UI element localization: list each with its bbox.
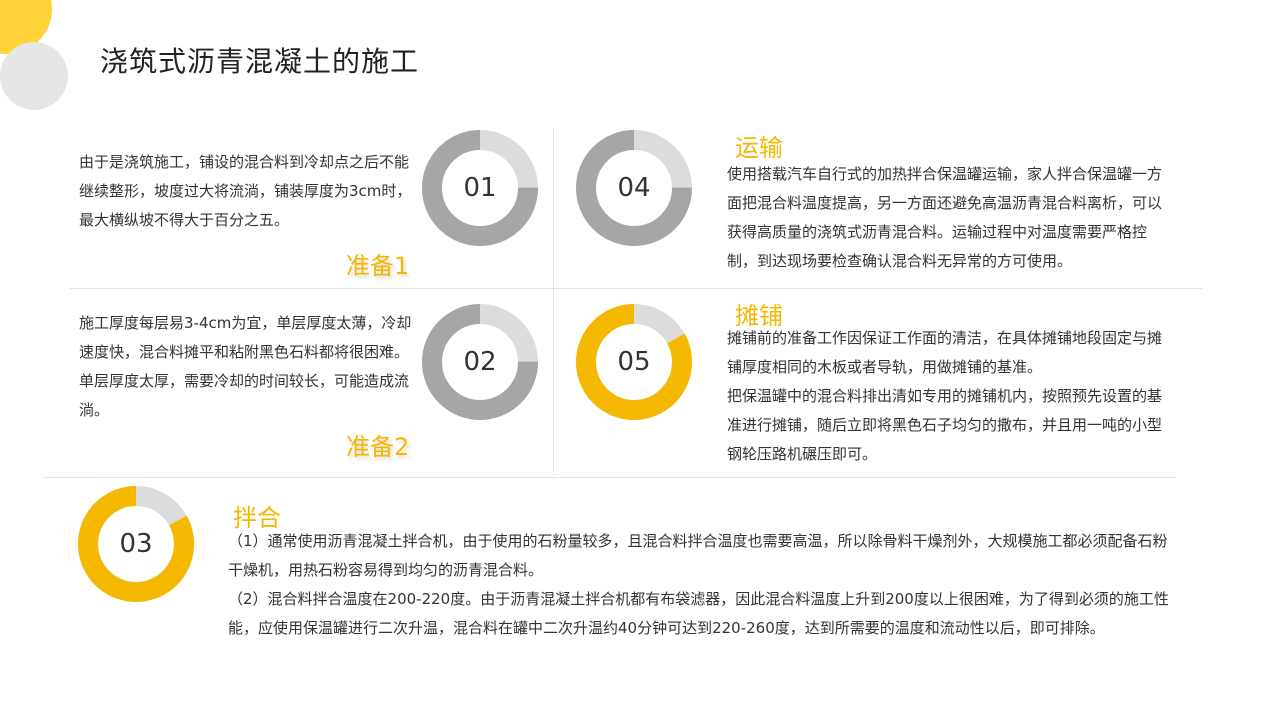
section-05-number: 05 xyxy=(617,347,651,377)
divider-horizontal-bottom xyxy=(43,477,1177,478)
section-05-text: 摊铺前的准备工作因保证工作面的清洁，在具体摊铺地段固定与摊铺厚度相同的木板或者导… xyxy=(727,324,1171,469)
section-03-text: （1）通常使用沥青混凝土拌合机，由于使用的石粉量较多，且混合料拌合温度也需要高温… xyxy=(228,527,1173,643)
divider-vertical xyxy=(553,128,554,475)
section-03-donut: 03 xyxy=(78,486,194,602)
section-03-paragraph-2: （2）混合料拌合温度在200-220度。由于沥青混凝土拌合机都有布袋滤器，因此混… xyxy=(228,590,1169,637)
section-02-text: 施工厚度每层易3-4cm为宜，单层厚度太薄，冷却速度快，混合料摊平和粘附黑色石料… xyxy=(79,309,415,425)
section-03-number: 03 xyxy=(119,529,153,559)
decorative-gray-circle xyxy=(0,42,68,110)
section-04-donut: 04 xyxy=(576,130,692,246)
section-05-donut: 05 xyxy=(576,304,692,420)
section-01-number: 01 xyxy=(463,173,497,203)
section-04-number: 04 xyxy=(617,173,651,203)
section-02-number: 02 xyxy=(463,347,497,377)
section-02-donut: 02 xyxy=(422,304,538,420)
section-05-paragraph-2: 把保温罐中的混合料排出清如专用的摊铺机内，按照预先设置的基准进行摊铺，随后立即将… xyxy=(727,387,1163,463)
section-04-text: 使用搭载汽车自行式的加热拌合保温罐运输，家人拌合保温罐一方面把混合料温度提高，另… xyxy=(727,160,1171,276)
section-03-paragraph-1: （1）通常使用沥青混凝土拌合机，由于使用的石粉量较多，且混合料拌合温度也需要高温… xyxy=(228,532,1168,579)
section-01-donut: 01 xyxy=(422,130,538,246)
section-01-text: 由于是浇筑施工，铺设的混合料到冷却点之后不能继续整形，坡度过大将流淌，铺装厚度为… xyxy=(79,148,415,235)
section-02-heading: 准备2 xyxy=(346,433,410,461)
section-04-heading: 运输 xyxy=(735,134,783,162)
section-01-heading: 准备1 xyxy=(346,252,410,280)
section-04-paragraph: 使用搭载汽车自行式的加热拌合保温罐运输，家人拌合保温罐一方面把混合料温度提高，另… xyxy=(727,165,1163,270)
page-title: 浇筑式沥青混凝土的施工 xyxy=(100,45,420,78)
divider-horizontal-middle xyxy=(70,288,1202,289)
section-05-paragraph-1: 摊铺前的准备工作因保证工作面的清洁，在具体摊铺地段固定与摊铺厚度相同的木板或者导… xyxy=(727,329,1163,376)
section-02-paragraph: 施工厚度每层易3-4cm为宜，单层厚度太薄，冷却速度快，混合料摊平和粘附黑色石料… xyxy=(79,314,412,419)
section-01-paragraph: 由于是浇筑施工，铺设的混合料到冷却点之后不能继续整形，坡度过大将流淌，铺装厚度为… xyxy=(79,153,412,229)
